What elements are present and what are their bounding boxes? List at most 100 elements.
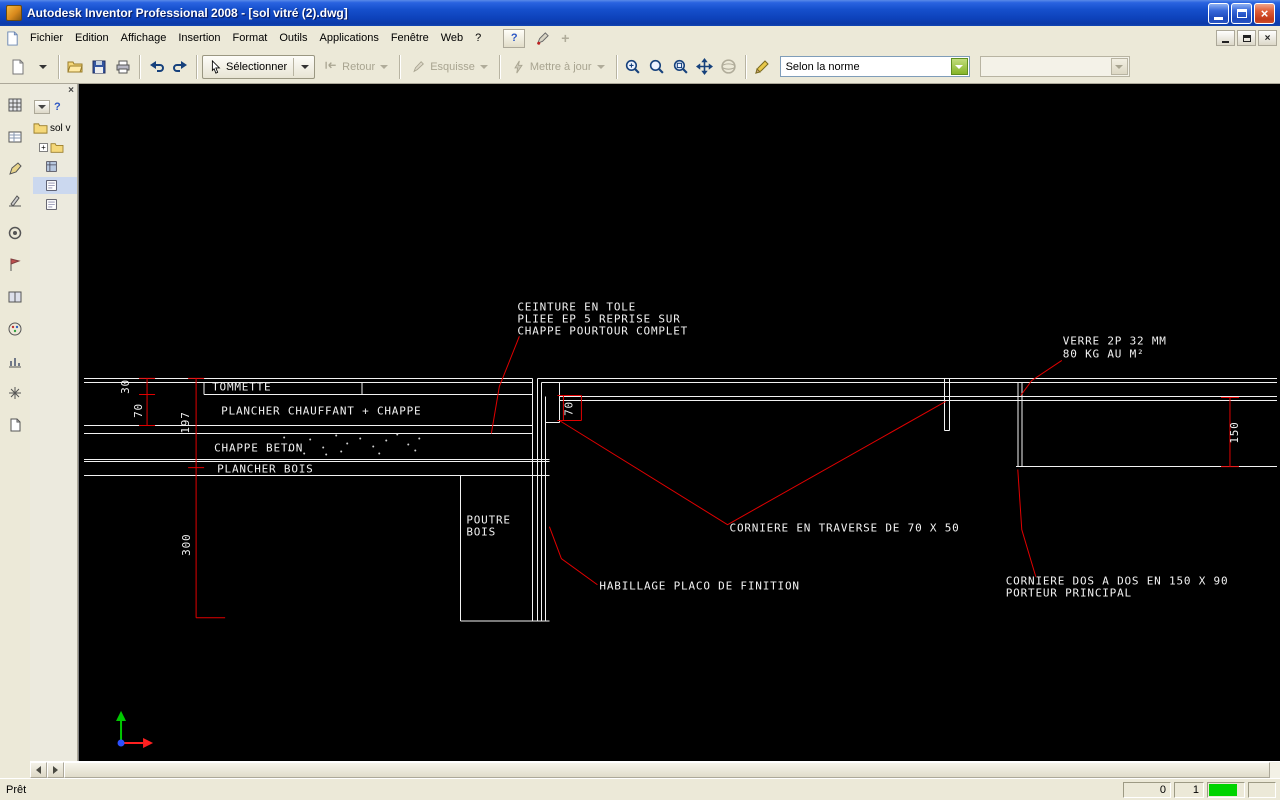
panel-tool-icon[interactable] bbox=[3, 126, 27, 148]
panel-tool-icon[interactable] bbox=[3, 382, 27, 404]
dim-70-mid: 70 bbox=[562, 401, 575, 416]
tree-item[interactable]: + bbox=[33, 139, 77, 156]
redo-button[interactable] bbox=[168, 54, 192, 80]
menu-format[interactable]: Format bbox=[227, 28, 274, 48]
close-button[interactable]: × bbox=[1254, 2, 1275, 24]
restore-button[interactable] bbox=[1231, 2, 1252, 24]
style-pencil-button[interactable] bbox=[750, 54, 774, 80]
select-tool-button[interactable]: Sélectionner bbox=[202, 54, 316, 79]
pan-button[interactable] bbox=[693, 54, 717, 80]
main-toolbar: Sélectionner Retour Esquisse Mettre à jo… bbox=[0, 50, 1280, 84]
update-button[interactable]: Mettre à jour bbox=[505, 55, 611, 79]
help-icon: ? bbox=[510, 32, 518, 44]
style-standard-combobox[interactable]: Selon la norme bbox=[779, 56, 970, 77]
dim-197: 197 bbox=[179, 411, 192, 433]
status-field-1: 0 bbox=[1123, 781, 1171, 798]
new-document-dropdown[interactable] bbox=[30, 54, 54, 80]
update-bolt-icon bbox=[514, 60, 523, 73]
pencil-icon bbox=[754, 59, 769, 74]
menu-aide[interactable]: ? bbox=[469, 28, 487, 48]
combobox-dropdown-button bbox=[1110, 58, 1128, 75]
child-restore-button[interactable] bbox=[1237, 30, 1256, 46]
tree-item-root[interactable]: sol v bbox=[33, 120, 77, 137]
open-button[interactable] bbox=[63, 54, 87, 80]
tree-item[interactable] bbox=[33, 177, 77, 194]
chevron-down-icon bbox=[380, 64, 389, 69]
folder-icon bbox=[50, 142, 64, 153]
scrollbar-thumb[interactable] bbox=[64, 762, 1270, 778]
label-corniere-dos-line2: PORTEUR PRINCIPAL bbox=[1006, 587, 1132, 600]
scroll-right-button[interactable] bbox=[47, 762, 64, 778]
status-field-2-value: 1 bbox=[1192, 783, 1199, 796]
menu-outils[interactable]: Outils bbox=[273, 28, 313, 48]
panel-tool-icon[interactable] bbox=[3, 318, 27, 340]
minimize-button[interactable] bbox=[1208, 2, 1229, 24]
new-document-icon bbox=[12, 59, 24, 74]
drawing-canvas[interactable]: CEINTURE EN TOLE PLIEE EP 5 REPRISE SUR … bbox=[79, 84, 1280, 761]
workspace: × ? sol v + CEINTURE EN TOLE PLIEE EP 5 … bbox=[0, 84, 1280, 778]
open-folder-icon bbox=[67, 61, 83, 72]
help-button[interactable]: ? bbox=[503, 28, 526, 48]
menu-fenetre[interactable]: Fenêtre bbox=[385, 28, 435, 48]
zoom-all-button[interactable] bbox=[621, 54, 645, 80]
menu-web[interactable]: Web bbox=[435, 28, 469, 48]
panel-close-icon[interactable]: × bbox=[68, 85, 74, 98]
orbit-button[interactable] bbox=[717, 54, 741, 80]
pen-tool-button[interactable] bbox=[531, 29, 553, 48]
child-minimize-button[interactable] bbox=[1216, 30, 1235, 46]
sheet-icon bbox=[46, 199, 57, 210]
print-button[interactable] bbox=[111, 54, 135, 80]
combobox-dropdown-button[interactable] bbox=[950, 58, 968, 75]
panel-tool-icon[interactable] bbox=[3, 158, 27, 180]
secondary-combobox bbox=[979, 56, 1130, 77]
redo-icon bbox=[172, 60, 187, 72]
document-icon bbox=[3, 29, 21, 47]
add-icon: + bbox=[561, 30, 570, 46]
panel-tool-icon[interactable] bbox=[3, 94, 27, 116]
status-bar: Prêt 0 1 bbox=[0, 778, 1280, 800]
restore-icon bbox=[1236, 8, 1247, 18]
browser-filter-button[interactable] bbox=[34, 100, 50, 114]
panel-tool-icon[interactable] bbox=[3, 222, 27, 244]
sketch-pencil-icon bbox=[413, 60, 425, 72]
menu-edition[interactable]: Edition bbox=[69, 28, 115, 48]
progress-indicator bbox=[1207, 781, 1245, 798]
menu-fichier[interactable]: Fichier bbox=[24, 28, 69, 48]
panel-tool-icon[interactable] bbox=[3, 254, 27, 276]
status-field-3 bbox=[1248, 781, 1276, 798]
ucs-triad-icon bbox=[116, 710, 154, 748]
panel-tool-icon[interactable] bbox=[3, 286, 27, 308]
label-corniere-traverse: CORNIERE EN TRAVERSE DE 70 X 50 bbox=[730, 522, 960, 535]
drawing-area[interactable]: CEINTURE EN TOLE PLIEE EP 5 REPRISE SUR … bbox=[78, 84, 1280, 761]
new-document-button[interactable] bbox=[6, 54, 30, 80]
cursor-icon bbox=[211, 59, 221, 74]
drawing-labels: CEINTURE EN TOLE PLIEE EP 5 REPRISE SUR … bbox=[119, 300, 1241, 599]
panel-tool-icon[interactable] bbox=[3, 414, 27, 436]
label-poutre-line2: BOIS bbox=[466, 526, 496, 539]
progress-fill bbox=[1209, 783, 1237, 796]
return-button[interactable]: Retour bbox=[317, 55, 394, 79]
child-close-button[interactable]: × bbox=[1258, 30, 1277, 46]
tree-item[interactable] bbox=[33, 158, 77, 175]
undo-button[interactable] bbox=[144, 54, 168, 80]
zoom-window-button[interactable] bbox=[669, 54, 693, 80]
menu-insertion[interactable]: Insertion bbox=[172, 28, 226, 48]
browser-help-icon[interactable]: ? bbox=[54, 101, 61, 113]
tree-item[interactable] bbox=[33, 196, 77, 213]
panel-tool-icon[interactable] bbox=[3, 190, 27, 212]
pen-icon bbox=[536, 31, 549, 45]
scroll-left-button[interactable] bbox=[30, 762, 47, 778]
menu-applications[interactable]: Applications bbox=[314, 28, 385, 48]
zoom-button[interactable] bbox=[645, 54, 669, 80]
menu-affichage[interactable]: Affichage bbox=[115, 28, 173, 48]
printer-icon bbox=[116, 60, 130, 73]
scrollbar-track[interactable] bbox=[1270, 762, 1280, 778]
undo-icon bbox=[149, 60, 164, 72]
panel-tool-icon[interactable] bbox=[3, 350, 27, 372]
save-button[interactable] bbox=[87, 54, 111, 80]
note-verre-line2: 80 KG AU M² bbox=[1063, 347, 1145, 360]
zoom-window-icon bbox=[673, 59, 688, 74]
sketch-button[interactable]: Esquisse bbox=[405, 55, 494, 79]
expand-icon[interactable]: + bbox=[39, 143, 48, 152]
horizontal-scrollbar[interactable] bbox=[30, 761, 1280, 778]
